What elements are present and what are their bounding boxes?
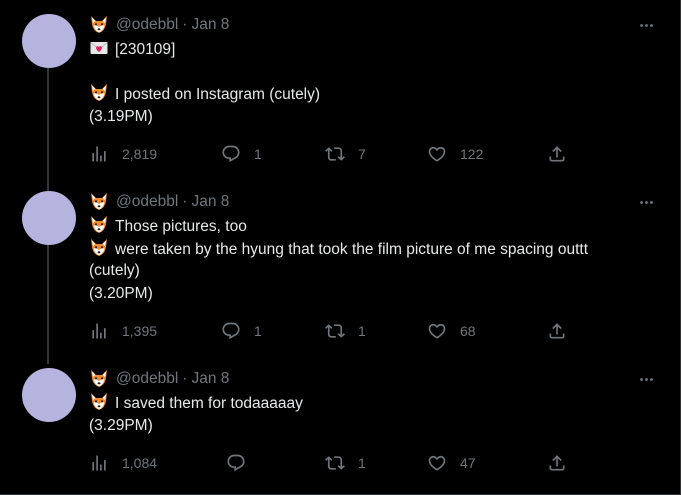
tweet-text-line: (3.29PM) [89,415,650,438]
share-icon [547,321,567,341]
like-button[interactable]: 122 [427,142,483,166]
retweet-button[interactable]: 1 [325,451,366,475]
tweet-actions: 2,819 1 7 122 [89,142,569,166]
more-options-button[interactable] [636,192,656,212]
views-icon [89,321,109,341]
avatar[interactable] [22,191,76,245]
tweet-text-line: (3.20PM) [89,283,650,306]
tweet-text-fragment: I saved them for todaaaaay [115,395,303,412]
tweet-header: @odebbl · Jan 8 [89,368,229,390]
tweet-text-fragment: (3.29PM) [89,416,153,434]
tweet-text: I saved them for todaaaaay (3.29PM) [89,392,650,437]
tweet-text-fragment: were taken by the hyung that took the fi… [115,240,589,258]
views-count: 2,819 [122,146,158,162]
views-icon [89,453,109,473]
views-count: 1,395 [122,323,158,339]
tweet-text-line: Those pictures, too [89,215,650,238]
tweet-text-fragment: [230109] [115,41,176,58]
tweet-text-fragment: I posted on Instagram (cutely) [115,86,321,103]
tweet-text-line: [230109] [89,38,650,61]
share-button[interactable] [547,319,567,343]
tweet-text-line: I saved them for todaaaaay [89,392,650,415]
more-icon [638,17,655,34]
like-count: 68 [460,323,476,339]
share-icon [547,144,567,164]
tweet[interactable]: @odebbl · Jan 8 [230109] I posted on Ins… [0,0,680,178]
user-handle[interactable]: @odebbl [116,16,178,34]
fox-emoji-icon [89,15,109,35]
tweet-actions: 1,395 1 1 68 [89,319,569,343]
tweet-text-line: (cutely) [89,260,650,283]
reply-button[interactable]: 1 [221,319,262,343]
retweet-count: 1 [358,323,366,339]
tweet-text-line: were taken by the hyung that took the fi… [89,238,650,261]
tweet[interactable]: @odebbl · Jan 8 Those pictures, too were… [0,178,680,356]
fox-emoji-icon [89,369,109,389]
like-count: 47 [460,455,476,471]
retweet-icon [325,453,345,473]
avatar[interactable] [22,14,76,68]
tweet-text-fragment: Those pictures, too [115,218,247,235]
tweet[interactable]: @odebbl · Jan 8 I saved them for todaaaa… [0,356,680,495]
retweet-button[interactable]: 7 [325,142,366,166]
tweet-text-line [89,61,650,84]
reply-button[interactable] [226,451,259,475]
more-icon [638,371,655,388]
views-button[interactable]: 1,084 [89,451,157,475]
tweet-text-fragment: (3.19PM) [89,107,153,125]
retweet-count: 1 [358,455,366,471]
avatar[interactable] [22,368,76,422]
separator-dot: · [182,16,188,33]
separator-dot: · [182,193,188,210]
fox-emoji-icon [89,238,109,258]
reply-icon [221,144,241,164]
retweet-count: 7 [358,146,366,162]
tweet-text-fragment: (cutely) [89,262,140,279]
views-icon [89,144,109,164]
separator-dot: · [182,370,188,387]
views-button[interactable]: 2,819 [89,142,157,166]
retweet-button[interactable]: 1 [325,319,366,343]
user-handle[interactable]: @odebbl [116,193,178,211]
views-count: 1,084 [122,455,158,471]
fox-emoji-icon [89,83,109,103]
tweet-text-fragment: (3.20PM) [89,284,153,302]
tweet-text: [230109] I posted on Instagram (cutely) … [89,38,650,128]
tweet-text-line: (3.19PM) [89,106,650,129]
user-handle[interactable]: @odebbl [116,370,178,388]
like-button[interactable]: 68 [427,319,476,343]
more-icon [638,194,655,211]
like-icon [427,321,447,341]
like-icon [427,453,447,473]
tweet-text: Those pictures, too were taken by the hy… [89,215,650,305]
reply-icon [226,453,246,473]
envelope-heart-emoji-icon [89,38,109,58]
tweet-header: @odebbl · Jan 8 [89,14,229,36]
like-count: 122 [460,146,484,162]
views-button[interactable]: 1,395 [89,319,157,343]
tweet-date[interactable]: Jan 8 [191,16,229,34]
reply-icon [221,321,241,341]
reply-count: 1 [254,146,262,162]
tweet-text-line: I posted on Instagram (cutely) [89,83,650,106]
fox-emoji-icon [89,392,109,412]
share-icon [547,453,567,473]
fox-emoji-icon [89,215,109,235]
fox-emoji-icon [89,192,109,212]
tweet-actions: 1,084 1 47 [89,451,569,475]
reply-button[interactable]: 1 [221,142,262,166]
tweet-header: @odebbl · Jan 8 [89,191,229,213]
like-icon [427,144,447,164]
retweet-icon [325,321,345,341]
tweet-date[interactable]: Jan 8 [191,370,229,388]
share-button[interactable] [547,142,567,166]
like-button[interactable]: 47 [427,451,476,475]
more-options-button[interactable] [636,369,656,389]
retweet-icon [325,144,345,164]
reply-count: 1 [254,323,262,339]
more-options-button[interactable] [636,15,656,35]
tweet-date[interactable]: Jan 8 [191,193,229,211]
share-button[interactable] [547,451,567,475]
